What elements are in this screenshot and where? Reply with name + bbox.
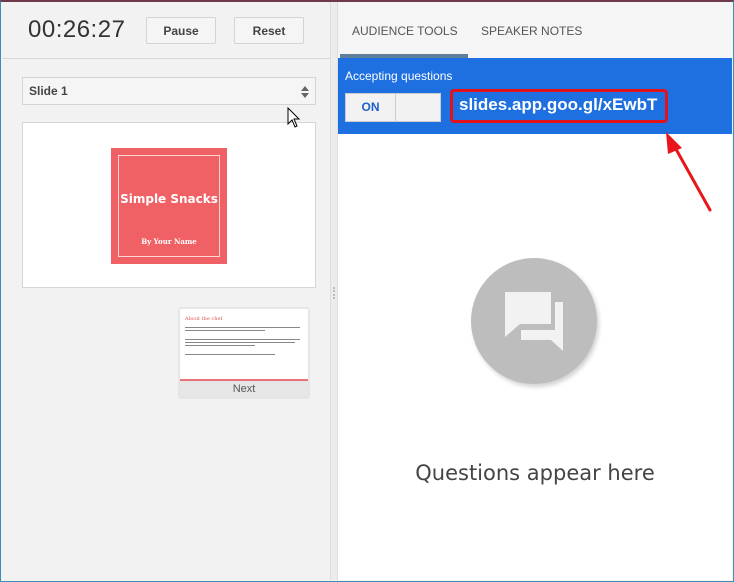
pause-button[interactable]: Pause: [146, 17, 216, 44]
mouse-cursor-icon: [287, 107, 301, 128]
accepting-questions-label: Accepting questions: [345, 69, 453, 83]
questions-empty-message: Questions appear here: [415, 461, 655, 485]
panel-resize-handle[interactable]: [330, 2, 338, 580]
current-slide-preview[interactable]: Simple Snacks By Your Name: [22, 122, 316, 288]
tab-bar: AUDIENCE TOOLS SPEAKER NOTES: [338, 2, 732, 58]
text-line: [185, 342, 295, 343]
audience-url-link[interactable]: slides.app.goo.gl/xEwbT: [459, 95, 657, 115]
tab-speaker-notes[interactable]: SPEAKER NOTES: [481, 24, 582, 38]
slide-title: Simple Snacks: [120, 192, 218, 206]
chat-bubbles-icon: [505, 292, 563, 351]
timer-header: 00:26:27 Pause Reset: [2, 2, 330, 59]
toggle-on-label: ON: [346, 94, 396, 121]
grip-icon: [333, 287, 337, 299]
next-slide-thumbnail: About the chef: [180, 309, 308, 381]
slide-select-value: Slide 1: [29, 84, 68, 98]
next-label: Next: [232, 383, 256, 395]
next-slide-title: About the chef: [185, 316, 223, 322]
reset-button[interactable]: Reset: [234, 17, 304, 44]
select-arrows-icon: [301, 86, 309, 98]
audience-panel: AUDIENCE TOOLS SPEAKER NOTES Accepting q…: [338, 2, 732, 580]
slide-select[interactable]: Slide 1: [22, 77, 316, 105]
tab-audience-tools[interactable]: AUDIENCE TOOLS: [352, 24, 458, 38]
title-slide-card: Simple Snacks By Your Name: [111, 148, 227, 264]
annotation-arrow-icon: [666, 132, 712, 212]
text-line: [185, 339, 300, 340]
text-line: [185, 345, 255, 346]
next-slide-button[interactable]: About the chef Next: [178, 307, 310, 399]
url-highlight-box: slides.app.goo.gl/xEwbT: [450, 89, 668, 123]
accepting-questions-bar: Accepting questions ON slides.app.goo.gl…: [338, 58, 732, 134]
timer-display: 00:26:27: [28, 16, 126, 43]
accepting-questions-toggle[interactable]: ON: [345, 93, 441, 122]
slide-subtitle: By Your Name: [141, 237, 197, 246]
presenter-panel: 00:26:27 Pause Reset Slide 1 Simple Snac…: [2, 2, 330, 580]
text-line: [185, 327, 300, 328]
text-line: [185, 330, 265, 331]
questions-empty-icon: [471, 258, 597, 384]
text-line: [185, 354, 275, 355]
